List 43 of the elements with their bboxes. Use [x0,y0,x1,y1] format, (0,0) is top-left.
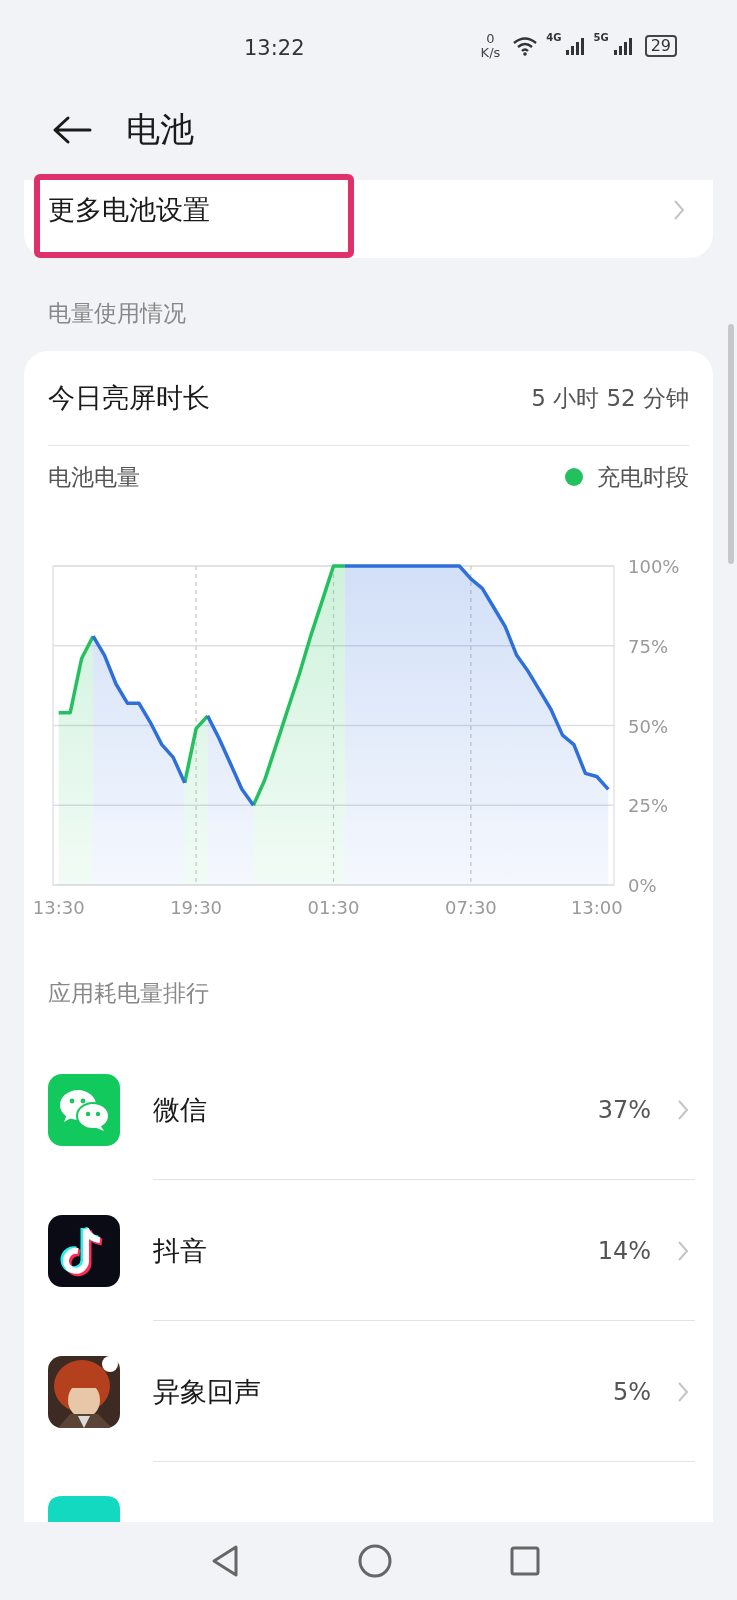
x-tick-label: 07:30 [444,897,497,918]
chat-bubbles-icon [48,1073,120,1146]
battery-indicator: 29 [644,35,677,58]
x-tick-label: 19:30 [170,897,223,918]
usage-percent: 5% [612,1377,651,1406]
app-name: 异象回声 [153,1374,262,1409]
chart-label: 电池电量 [48,462,140,492]
y-tick-label: 100% [628,556,680,577]
x-tick-label: 13:00 [570,897,623,918]
y-tick-label: 50% [628,715,668,737]
x-tick-label: 13:30 [32,897,85,918]
page-title: 电池 [126,108,194,151]
chevron-icon [677,1098,689,1121]
section-label: 电量使用情况 [47,299,187,328]
home-icon[interactable] [357,1544,392,1578]
back-icon[interactable] [52,115,92,145]
chevron-icon [673,199,685,221]
app-name: 微信 [153,1092,208,1127]
net-speed: 0 [486,32,495,47]
screen-time-label: 今日亮屏时长 [48,381,210,415]
net-unit: K/s [480,46,501,61]
settings-label: 更多电池设置 [48,193,210,227]
signal-icon [612,36,633,57]
status-time: 13:22 [244,36,305,60]
x-tick-label: 01:30 [307,897,360,918]
legend-label: 充电时段 [597,462,689,492]
wifi-icon [512,36,539,57]
y-tick-label: 75% [628,635,668,657]
usage-percent: 14% [597,1236,651,1265]
network-type: 5G [593,32,609,43]
recents-icon[interactable] [509,1546,540,1576]
y-tick-label: 25% [628,795,668,817]
section-label: 应用耗电量排行 [48,979,210,1008]
app-icon [48,1496,120,1522]
usage-percent: 37% [597,1095,651,1124]
chevron-icon [677,1239,689,1262]
chevron-icon [677,1380,689,1403]
screen-time-value: 5 小时 52 分钟 [531,383,689,413]
music-note-icon [48,1214,120,1287]
signal-icon [565,36,586,57]
y-tick-label: 0% [628,875,657,896]
network-type: 4G [546,32,562,43]
app-name: 抖音 [153,1233,208,1268]
